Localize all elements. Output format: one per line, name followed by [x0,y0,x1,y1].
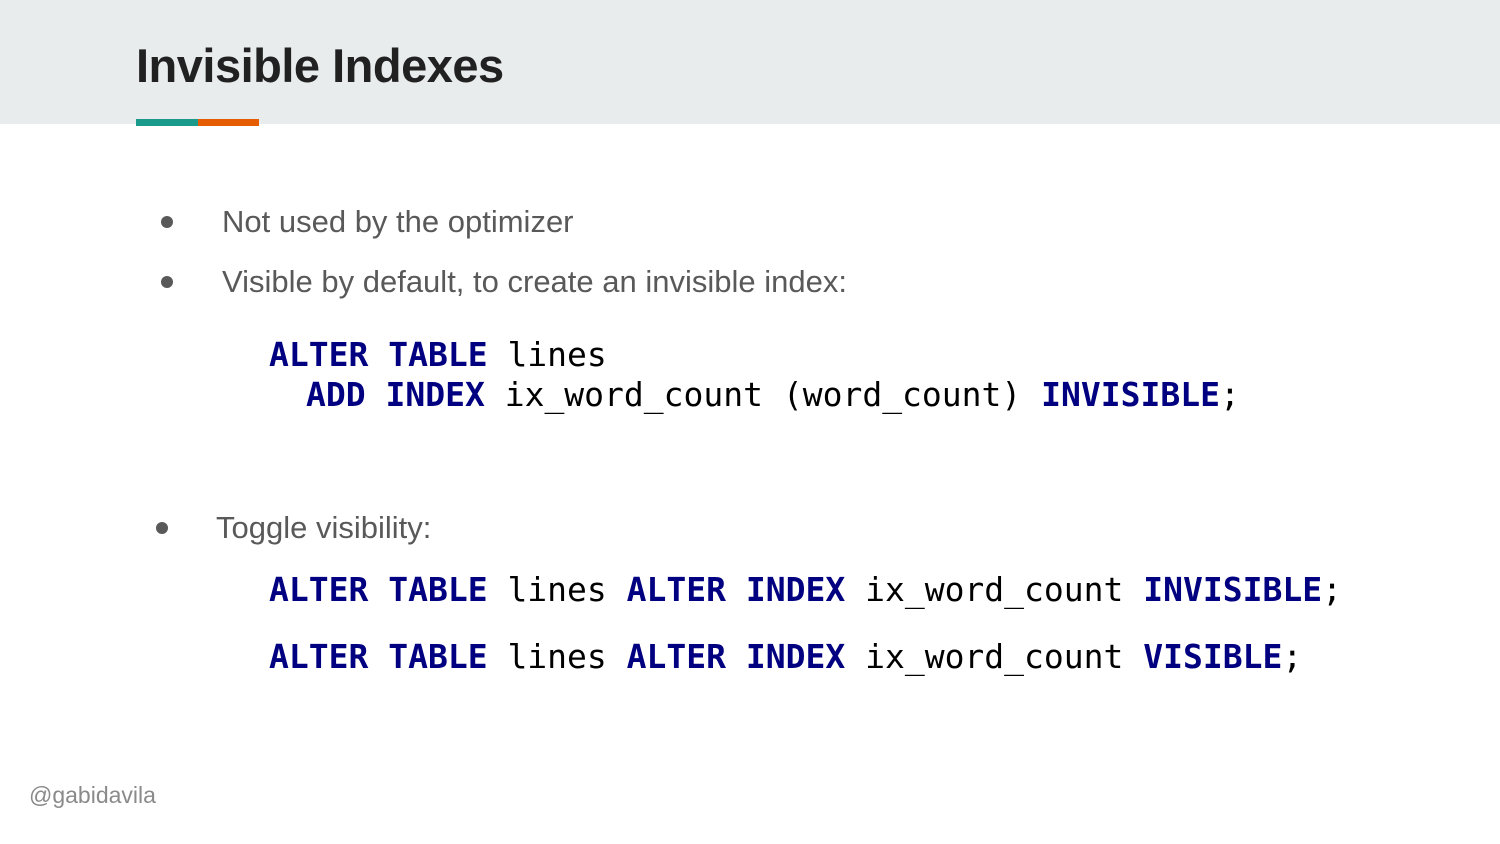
sql-keyword: INDEX [385,375,485,414]
sql-table-name: lines [507,637,607,676]
sql-keyword: TABLE [388,570,488,609]
slide-title: Invisible Indexes [136,39,504,92]
bullet-dot-icon [161,276,173,288]
sql-keyword: TABLE [388,335,488,374]
sql-terminator: ; [1282,637,1303,676]
bullet-dot-icon [161,216,173,228]
sql-keyword: ALTER [269,637,369,676]
sql-index-name: ix_word_count [865,637,1124,676]
bullet-text: Not used by the optimizer [222,204,574,239]
sql-keyword: ADD [306,375,366,414]
sql-keyword: INDEX [745,637,846,676]
footer-author-handle: @gabidavila [29,782,156,808]
bullet-text: Toggle visibility: [216,510,432,545]
bullet-dot-icon [156,522,168,534]
sql-terminator: ; [1219,375,1240,414]
code-line-toggle-visible: ALTER TABLE lines ALTER INDEX ix_word_co… [269,637,1302,677]
bullet-text: Visible by default, to create an invisib… [222,264,847,299]
sql-keyword: INDEX [745,570,846,609]
sql-keyword: INVISIBLE [1143,570,1323,609]
sql-keyword: ALTER [269,570,369,609]
sql-terminator: ; [1322,570,1342,609]
sql-index-definition: ix_word_count (word_count) [504,375,1022,414]
sql-keyword: ALTER [626,637,726,676]
code-line-toggle-invisible: ALTER TABLE lines ALTER INDEX ix_word_co… [269,570,1342,610]
sql-keyword: ALTER [269,335,369,374]
code-line-create-1: ALTER TABLE lines [269,335,607,375]
sql-table-name: lines [507,570,607,609]
title-accent-teal [136,119,198,126]
title-accent-orange [198,119,259,126]
sql-table-name: lines [507,335,607,374]
sql-index-name: ix_word_count [865,570,1124,609]
code-line-create-2: ADD INDEX ix_word_count (word_count) INV… [306,375,1240,415]
sql-keyword: VISIBLE [1143,637,1283,676]
sql-keyword: TABLE [388,637,488,676]
sql-keyword: ALTER [626,570,726,609]
sql-keyword: INVISIBLE [1041,375,1220,414]
